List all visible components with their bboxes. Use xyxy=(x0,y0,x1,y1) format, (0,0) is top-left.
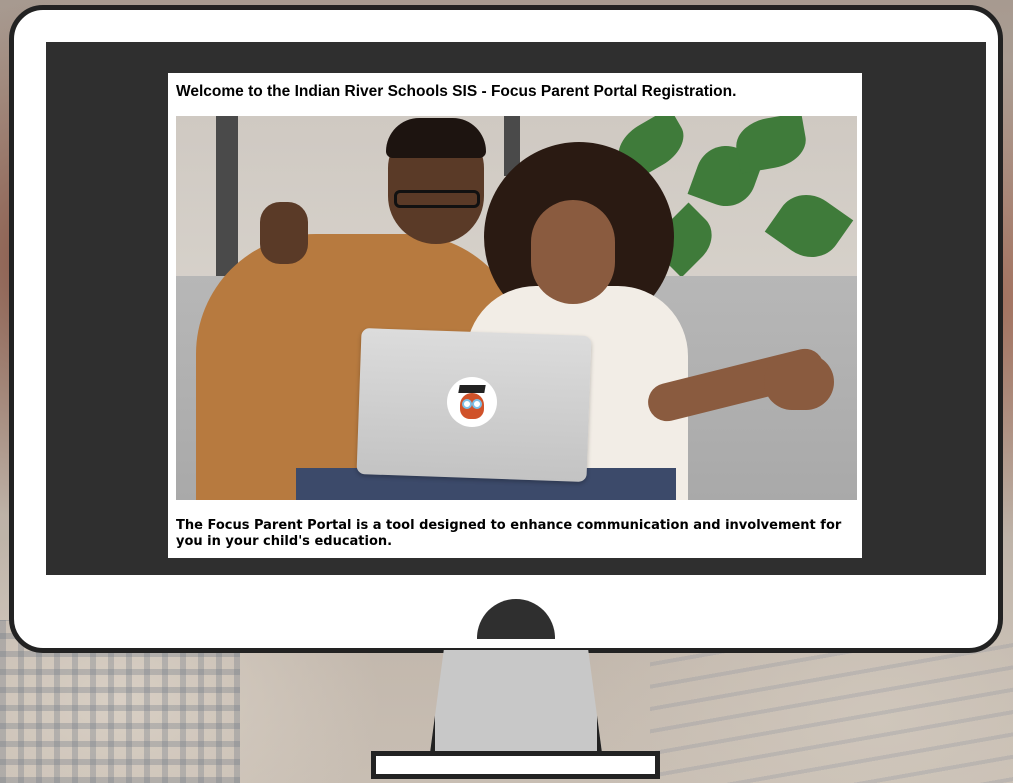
page-title: Welcome to the Indian River Schools SIS … xyxy=(176,83,737,100)
girl-face xyxy=(531,200,615,304)
man-hair xyxy=(386,118,486,158)
plant-leaf xyxy=(764,182,854,270)
shelf-post xyxy=(216,116,238,286)
hero-image xyxy=(176,116,857,500)
laptop-logo-badge xyxy=(447,377,497,427)
glasses xyxy=(394,190,480,208)
raised-fist xyxy=(260,202,308,264)
focus-owl-icon xyxy=(455,385,489,419)
background-striped-fabric xyxy=(650,640,1013,783)
open-hand xyxy=(764,354,834,410)
monitor-stand-neck xyxy=(430,650,602,753)
portal-page: Welcome to the Indian River Schools SIS … xyxy=(168,73,862,558)
portal-tagline: The Focus Parent Portal is a tool design… xyxy=(176,518,842,549)
plant-leaf xyxy=(732,116,810,174)
monitor-stand-base xyxy=(371,751,660,779)
